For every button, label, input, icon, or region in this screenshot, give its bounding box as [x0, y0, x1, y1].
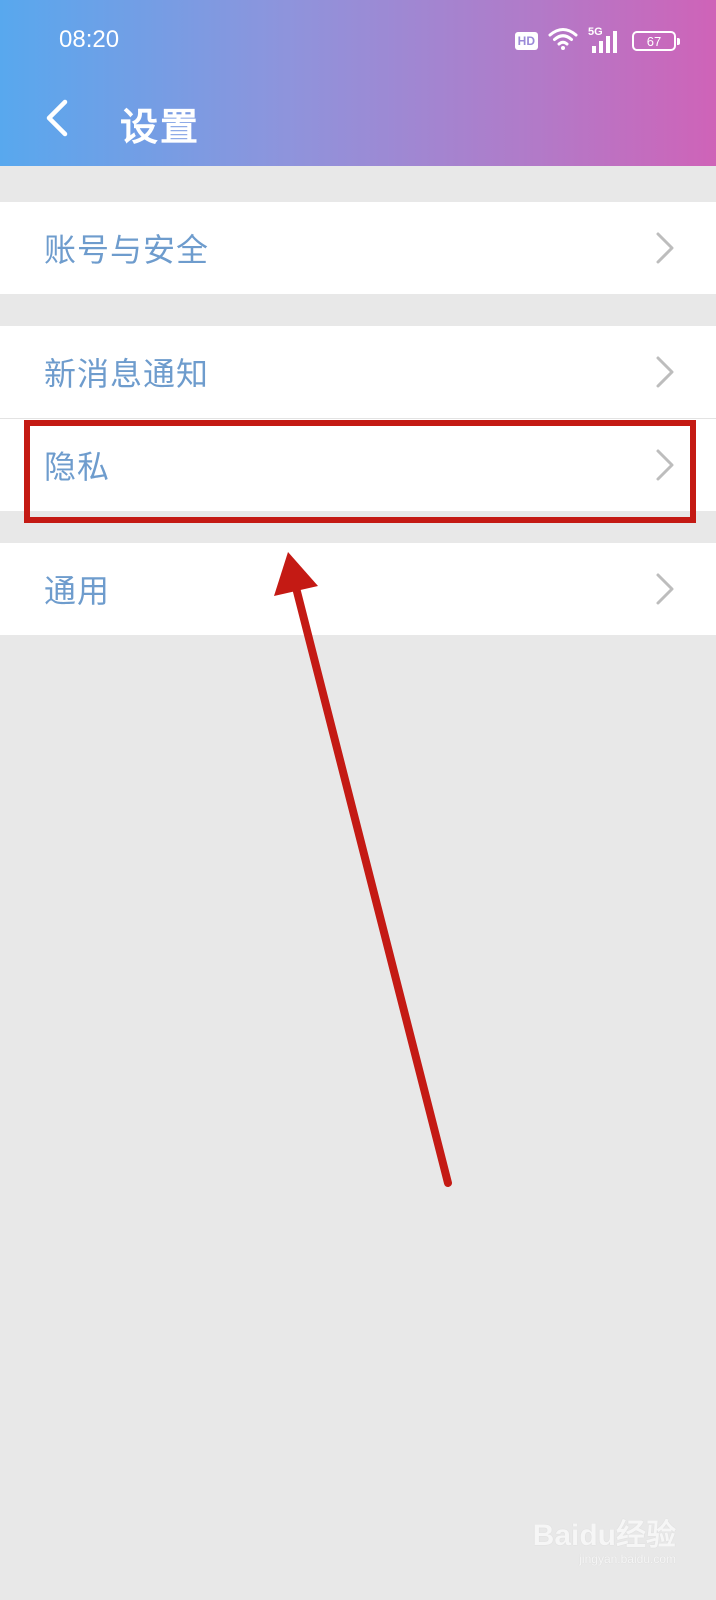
back-button[interactable] — [36, 96, 76, 140]
chevron-left-icon — [46, 99, 68, 137]
page-title: 设置 — [120, 105, 201, 149]
chevron-right-icon — [654, 354, 676, 390]
wifi-icon — [548, 27, 578, 55]
hd-badge: HD — [514, 32, 538, 50]
cellular-signal-icon: 5G — [588, 26, 622, 54]
settings-item-label: 账号与安全 — [44, 231, 210, 269]
settings-item-label: 通用 — [44, 572, 111, 610]
settings-item-privacy[interactable]: 隐私 — [0, 419, 716, 511]
settings-item-general[interactable]: 通用 — [0, 543, 716, 635]
app-header: 08:20 HD 5G 67 设置 — [0, 0, 716, 166]
settings-item-label: 新消息通知 — [44, 355, 210, 393]
battery-icon: 67 — [632, 31, 680, 51]
watermark-url: jingyan.baidu.com — [579, 1552, 676, 1566]
battery-level: 67 — [646, 33, 662, 49]
chevron-right-icon — [654, 230, 676, 266]
chevron-right-icon — [654, 447, 676, 483]
settings-item-notifications[interactable]: 新消息通知 — [0, 326, 716, 418]
watermark-logo: Baidu经验 — [532, 1519, 676, 1552]
status-time: 08:20 — [59, 26, 120, 53]
status-icons: HD 5G 67 — [514, 26, 680, 56]
settings-item-account-security[interactable]: 账号与安全 — [0, 202, 716, 294]
watermark: Baidu经验 jingyan.baidu.com — [533, 1510, 676, 1566]
chevron-right-icon — [654, 571, 676, 607]
settings-item-label: 隐私 — [44, 448, 111, 486]
